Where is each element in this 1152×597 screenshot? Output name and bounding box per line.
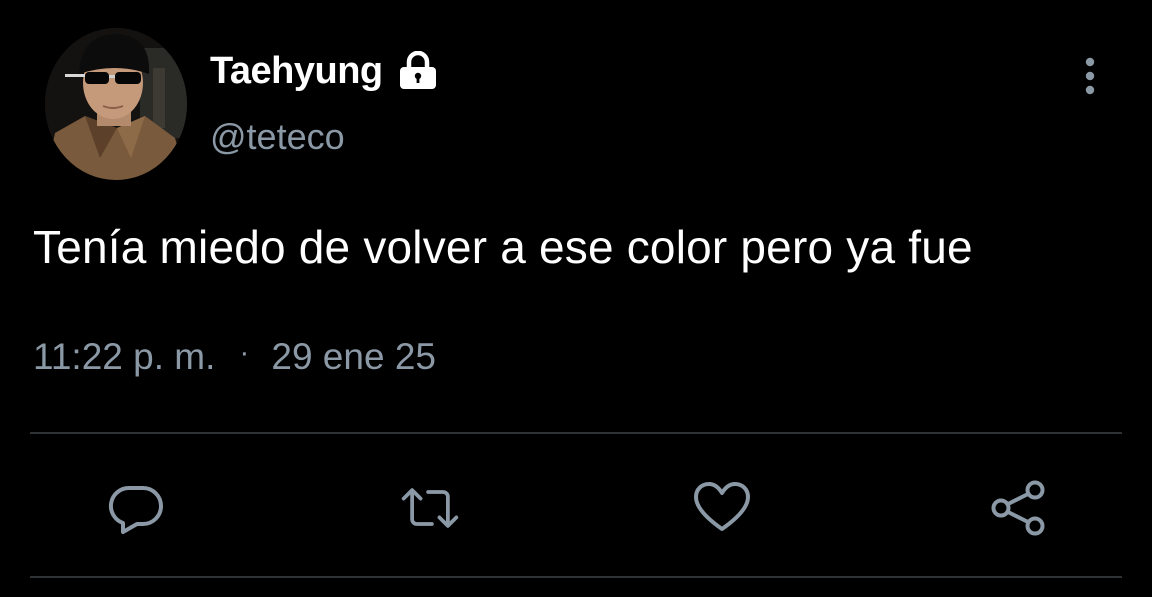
more-vertical-icon [1085,57,1095,95]
user-handle[interactable]: @teteco [210,116,345,158]
divider-bottom [30,576,1122,578]
tweet-time[interactable]: 11:22 p. m. [33,336,215,378]
heart-icon [694,482,750,531]
lock-icon [397,51,439,91]
reply-icon [108,485,163,534]
author-name-row: Taehyung [210,48,439,94]
tweet-date[interactable]: 29 ene 25 [271,336,436,378]
like-button[interactable] [690,478,754,538]
profile-photo [45,28,187,180]
timestamp-separator: · [239,336,250,369]
reply-button[interactable] [104,478,168,538]
display-name[interactable]: Taehyung [210,50,383,93]
share-button[interactable] [986,478,1050,538]
tweet-timestamp: 11:22 p. m. · 29 ene 25 [33,336,436,378]
retweet-icon [401,488,459,528]
more-options-button[interactable] [1070,54,1110,98]
retweet-button[interactable] [398,478,462,538]
share-icon [991,480,1045,536]
avatar[interactable] [45,28,187,180]
tweet-text: Tenía miedo de volver a ese color pero y… [33,221,973,273]
divider [30,432,1122,434]
